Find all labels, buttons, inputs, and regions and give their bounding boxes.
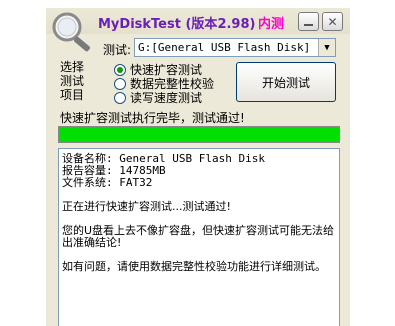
status-text: 快速扩容测试执行完毕，测试通过! [60, 111, 245, 125]
progress-fill [59, 127, 339, 142]
minimize-icon [304, 24, 313, 26]
start-test-button[interactable]: 开始测试 [236, 62, 336, 102]
window-title: MyDiskTest (版本2.98) [98, 13, 255, 32]
log-line: 您的U盘看上去不像扩容盘，但快速扩容测试可能无法给出准确结论! [62, 224, 335, 249]
dropdown-arrow-icon[interactable]: ▼ [318, 39, 335, 56]
app-name: MyDiskTest [98, 17, 181, 32]
log-line: 文件系统: FAT32 [62, 176, 153, 189]
option-group-label: 选择 测试 项目 [60, 60, 84, 102]
beta-tag: 内测 [258, 17, 285, 32]
version-number: 2.98 [217, 17, 250, 32]
option-side-label: 选择 [60, 60, 85, 74]
option-side-label: 项目 [60, 88, 85, 102]
drive-label: 测试: [103, 43, 132, 57]
log-line: 正在进行快速扩容测试...测试通过! [62, 200, 231, 213]
app-window: MyDiskTest (版本2.98) 内测 ✕ 测试: G:[General … [46, 8, 350, 326]
version-close: ) [249, 17, 256, 32]
minimize-button[interactable] [298, 12, 319, 31]
radio-read-write-speed-test[interactable]: 读写速度测试 [114, 89, 202, 106]
radio-label: 读写速度测试 [130, 91, 203, 105]
version-label: (版本 [185, 17, 218, 32]
close-button[interactable]: ✕ [322, 12, 343, 31]
radio-button[interactable] [114, 77, 126, 90]
log-output: 设备名称: General USB Flash Disk 报告容量: 14785… [58, 148, 340, 326]
magnifier-logo-icon [52, 12, 90, 52]
radio-button[interactable] [114, 91, 126, 104]
drive-select-value: G:[General USB Flash Disk] [138, 41, 311, 54]
drive-select[interactable]: G:[General USB Flash Disk] ▼ [134, 38, 336, 57]
close-icon: ✕ [327, 14, 338, 29]
radio-button[interactable] [114, 63, 126, 76]
progress-bar [58, 126, 340, 143]
log-line: 如有问题，请使用数据完整性校验功能进行详细测试。 [62, 260, 326, 273]
option-side-label: 测试 [60, 74, 85, 88]
radio-dot [117, 66, 123, 73]
